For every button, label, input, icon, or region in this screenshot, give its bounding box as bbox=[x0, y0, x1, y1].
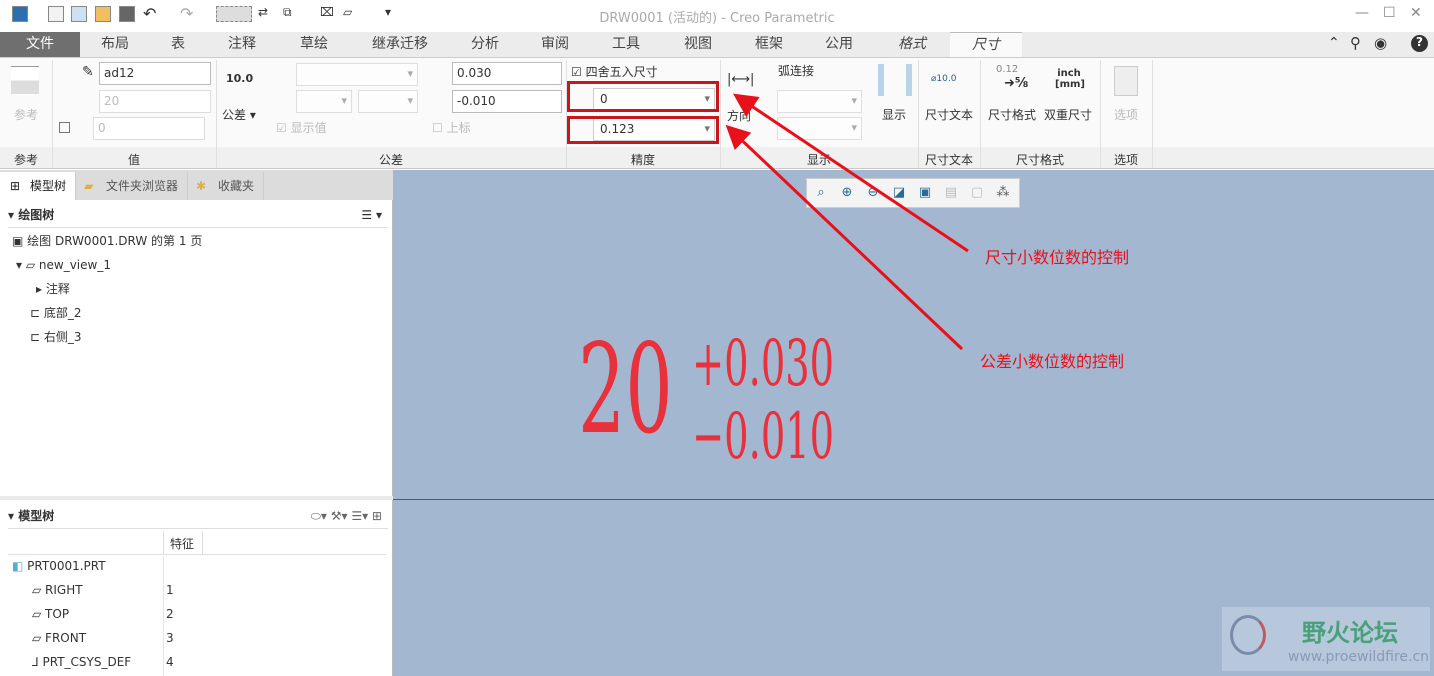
arrow-tol-decimals bbox=[725, 124, 964, 351]
annotation-tol-decimals: 公差小数位数的控制 bbox=[980, 352, 1125, 371]
watermark-name: 野火论坛 bbox=[1302, 619, 1398, 647]
arrow-decimals bbox=[733, 93, 969, 253]
watermark-logo bbox=[1230, 615, 1266, 655]
watermark: 野火论坛 www.proewildfire.cn bbox=[1222, 607, 1430, 671]
watermark-url: www.proewildfire.cn bbox=[1288, 649, 1430, 665]
annotation-arrows bbox=[725, 93, 969, 351]
annotation-decimals: 尺寸小数位数的控制 bbox=[985, 248, 1130, 267]
